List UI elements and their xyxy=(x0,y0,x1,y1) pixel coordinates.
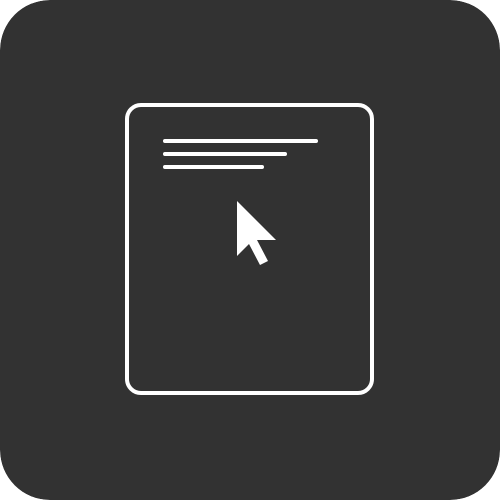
tile-background xyxy=(0,0,500,500)
app-icon-tile[interactable] xyxy=(0,0,500,500)
document-with-cursor-icon xyxy=(0,0,500,500)
